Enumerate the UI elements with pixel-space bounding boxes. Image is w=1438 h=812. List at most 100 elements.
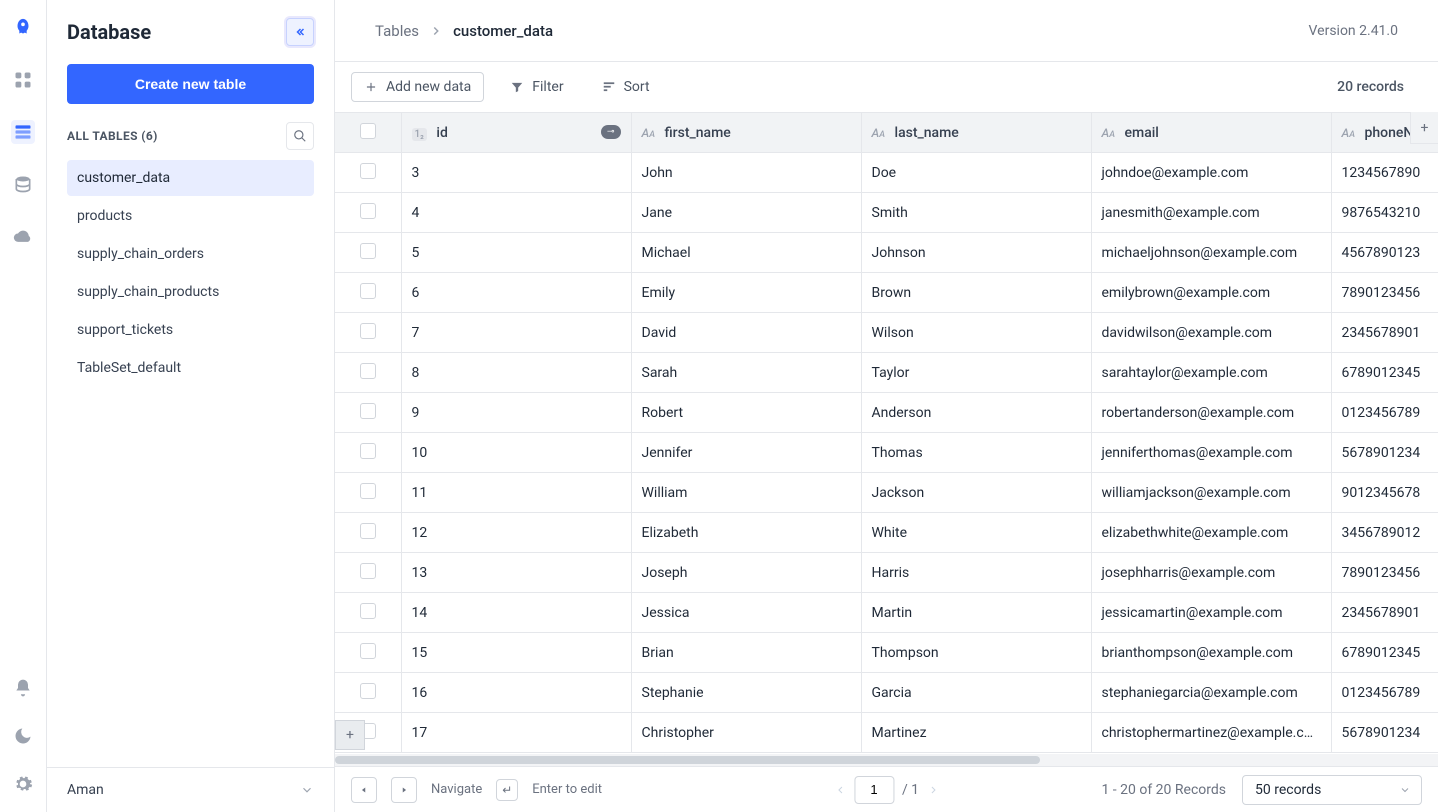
table-row[interactable]: 15BrianThompsonbrianthompson@example.com…: [335, 633, 1438, 673]
add-row-button[interactable]: +: [335, 720, 365, 750]
column-header-email[interactable]: AA email: [1091, 113, 1331, 153]
cell-id[interactable]: 7: [401, 313, 631, 353]
cell-email[interactable]: stephaniegarcia@example.com: [1091, 673, 1331, 713]
cell-last_name[interactable]: Thomas: [861, 433, 1091, 473]
cell-phoneN[interactable]: 2345678901: [1331, 313, 1438, 353]
cell-email[interactable]: davidwilson@example.com: [1091, 313, 1331, 353]
table-row[interactable]: 16StephanieGarciastephaniegarcia@example…: [335, 673, 1438, 713]
row-checkbox-cell[interactable]: [335, 673, 401, 713]
cell-id[interactable]: 11: [401, 473, 631, 513]
select-all-header[interactable]: [335, 113, 401, 153]
row-checkbox-cell[interactable]: [335, 593, 401, 633]
cell-email[interactable]: elizabethwhite@example.com: [1091, 513, 1331, 553]
cell-id[interactable]: 12: [401, 513, 631, 553]
cell-id[interactable]: 14: [401, 593, 631, 633]
row-checkbox-cell[interactable]: [335, 233, 401, 273]
table-row[interactable]: 17ChristopherMartinezchristophermartinez…: [335, 713, 1438, 753]
sidebar-table-item[interactable]: TableSet_default: [67, 350, 314, 386]
rocket-icon[interactable]: [11, 16, 35, 40]
search-tables-button[interactable]: [286, 122, 314, 150]
cell-phoneN[interactable]: 0123456789: [1331, 673, 1438, 713]
cell-first_name[interactable]: Brian: [631, 633, 861, 673]
cell-first_name[interactable]: Jane: [631, 193, 861, 233]
table-row[interactable]: 3JohnDoejohndoe@example.com1234567890: [335, 153, 1438, 193]
cell-email[interactable]: robertanderson@example.com: [1091, 393, 1331, 433]
row-checkbox-cell[interactable]: [335, 473, 401, 513]
pager-next-icon[interactable]: [927, 784, 939, 796]
cell-last_name[interactable]: Johnson: [861, 233, 1091, 273]
nav-prev-button[interactable]: [351, 777, 377, 803]
cell-last_name[interactable]: Thompson: [861, 633, 1091, 673]
add-column-button[interactable]: +: [1410, 112, 1438, 144]
cell-last_name[interactable]: Doe: [861, 153, 1091, 193]
cell-phoneN[interactable]: 6789012345: [1331, 633, 1438, 673]
table-row[interactable]: 6EmilyBrownemilybrown@example.com7890123…: [335, 273, 1438, 313]
nav-next-button[interactable]: [391, 777, 417, 803]
column-header-last_name[interactable]: AA last_name: [861, 113, 1091, 153]
cell-last_name[interactable]: Martinez: [861, 713, 1091, 753]
table-row[interactable]: 9RobertAndersonrobertanderson@example.co…: [335, 393, 1438, 433]
cell-id[interactable]: 10: [401, 433, 631, 473]
cell-id[interactable]: 15: [401, 633, 631, 673]
sidebar-table-item[interactable]: customer_data: [67, 160, 314, 196]
sidebar-table-item[interactable]: supply_chain_products: [67, 274, 314, 310]
cell-first_name[interactable]: David: [631, 313, 861, 353]
cell-first_name[interactable]: Stephanie: [631, 673, 861, 713]
cell-phoneN[interactable]: 9012345678: [1331, 473, 1438, 513]
cell-phoneN[interactable]: 7890123456: [1331, 273, 1438, 313]
cell-first_name[interactable]: Elizabeth: [631, 513, 861, 553]
sidebar-table-item[interactable]: supply_chain_orders: [67, 236, 314, 272]
row-checkbox-cell[interactable]: [335, 313, 401, 353]
cell-first_name[interactable]: Jessica: [631, 593, 861, 633]
cell-id[interactable]: 3: [401, 153, 631, 193]
cell-email[interactable]: josephharris@example.com: [1091, 553, 1331, 593]
horizontal-scrollbar[interactable]: [335, 754, 1438, 766]
cell-phoneN[interactable]: 4567890123: [1331, 233, 1438, 273]
cell-id[interactable]: 17: [401, 713, 631, 753]
cell-id[interactable]: 6: [401, 273, 631, 313]
column-header-id[interactable]: 1₂ id⊸: [401, 113, 631, 153]
cell-first_name[interactable]: William: [631, 473, 861, 513]
cell-last_name[interactable]: Taylor: [861, 353, 1091, 393]
cell-first_name[interactable]: Sarah: [631, 353, 861, 393]
add-data-button[interactable]: Add new data: [351, 72, 484, 102]
table-row[interactable]: 4JaneSmithjanesmith@example.com987654321…: [335, 193, 1438, 233]
cell-last_name[interactable]: White: [861, 513, 1091, 553]
row-checkbox-cell[interactable]: [335, 633, 401, 673]
row-checkbox-cell[interactable]: [335, 393, 401, 433]
table-row[interactable]: 14JessicaMartinjessicamartin@example.com…: [335, 593, 1438, 633]
row-checkbox-cell[interactable]: [335, 273, 401, 313]
cell-last_name[interactable]: Harris: [861, 553, 1091, 593]
cell-first_name[interactable]: Emily: [631, 273, 861, 313]
cell-email[interactable]: emilybrown@example.com: [1091, 273, 1331, 313]
cell-first_name[interactable]: John: [631, 153, 861, 193]
cell-phoneN[interactable]: 9876543210: [1331, 193, 1438, 233]
cell-phoneN[interactable]: 0123456789: [1331, 393, 1438, 433]
cell-last_name[interactable]: Martin: [861, 593, 1091, 633]
cell-id[interactable]: 8: [401, 353, 631, 393]
filter-button[interactable]: Filter: [498, 73, 575, 101]
sidebar-collapse-button[interactable]: [286, 18, 314, 46]
table-row[interactable]: 10JenniferThomasjenniferthomas@example.c…: [335, 433, 1438, 473]
sidebar-table-item[interactable]: products: [67, 198, 314, 234]
cell-phoneN[interactable]: 3456789012: [1331, 513, 1438, 553]
column-header-first_name[interactable]: AA first_name: [631, 113, 861, 153]
user-menu[interactable]: Aman: [47, 767, 334, 812]
cell-phoneN[interactable]: 1234567890: [1331, 153, 1438, 193]
row-checkbox-cell[interactable]: [335, 513, 401, 553]
cell-phoneN[interactable]: 2345678901: [1331, 593, 1438, 633]
cell-id[interactable]: 16: [401, 673, 631, 713]
cell-email[interactable]: christophermartinez@example.com: [1091, 713, 1331, 753]
cell-email[interactable]: brianthompson@example.com: [1091, 633, 1331, 673]
cell-id[interactable]: 5: [401, 233, 631, 273]
cell-last_name[interactable]: Wilson: [861, 313, 1091, 353]
sort-button[interactable]: Sort: [590, 73, 662, 101]
cell-phoneN[interactable]: 5678901234: [1331, 433, 1438, 473]
cell-email[interactable]: jessicamartin@example.com: [1091, 593, 1331, 633]
breadcrumb-root[interactable]: Tables: [375, 22, 419, 40]
cell-first_name[interactable]: Robert: [631, 393, 861, 433]
cell-last_name[interactable]: Brown: [861, 273, 1091, 313]
table-row[interactable]: 12ElizabethWhiteelizabethwhite@example.c…: [335, 513, 1438, 553]
table-row[interactable]: 7DavidWilsondavidwilson@example.com23456…: [335, 313, 1438, 353]
table-row[interactable]: 13JosephHarrisjosephharris@example.com78…: [335, 553, 1438, 593]
